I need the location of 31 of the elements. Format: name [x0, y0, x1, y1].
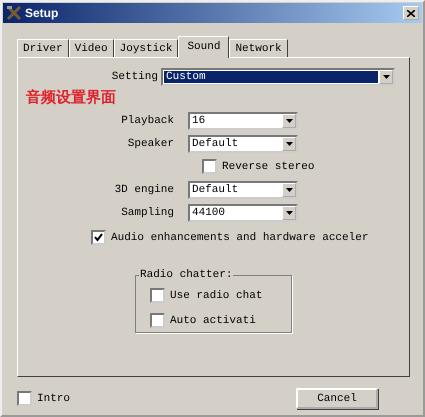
- checkbox[interactable]: [150, 288, 165, 303]
- checkbox-label: Audio enhancements and hardware acceler: [111, 232, 368, 244]
- field-label: Speaker: [126, 138, 175, 150]
- tab[interactable]: Sound: [178, 36, 230, 58]
- checkbox[interactable]: [202, 159, 217, 174]
- checkbox-label: Reverse stereo: [222, 160, 314, 172]
- field-label: Sampling: [120, 206, 175, 218]
- dropdown[interactable]: Default: [188, 180, 298, 198]
- checkbox-label: Intro: [37, 392, 70, 404]
- close-icon[interactable]: [407, 10, 415, 16]
- tab[interactable]: Driver: [17, 39, 69, 57]
- window-title: Setup: [25, 6, 60, 20]
- field-label: 3D engine: [114, 184, 175, 196]
- cancel-button[interactable]: Cancel: [296, 388, 378, 409]
- checkbox-label: Auto activati: [170, 314, 256, 326]
- tab[interactable]: Joystick: [114, 39, 178, 57]
- field-label: Setting: [112, 71, 158, 83]
- dropdown[interactable]: 16: [188, 112, 298, 130]
- tools-icon: [6, 5, 22, 21]
- annotation-text: 音频设置界面: [26, 88, 116, 107]
- field-label: Playback: [120, 114, 175, 126]
- checkbox[interactable]: [17, 391, 32, 406]
- dropdown[interactable]: Custom: [161, 68, 395, 86]
- close-button[interactable]: [403, 6, 419, 20]
- dropdown[interactable]: Default: [188, 134, 298, 152]
- checkbox-label: Use radio chat: [170, 290, 262, 302]
- checkbox[interactable]: [91, 230, 106, 245]
- checkbox[interactable]: [150, 313, 165, 328]
- tab[interactable]: Video: [68, 39, 114, 57]
- tab[interactable]: Network: [229, 39, 288, 57]
- dropdown[interactable]: 44100: [188, 204, 298, 222]
